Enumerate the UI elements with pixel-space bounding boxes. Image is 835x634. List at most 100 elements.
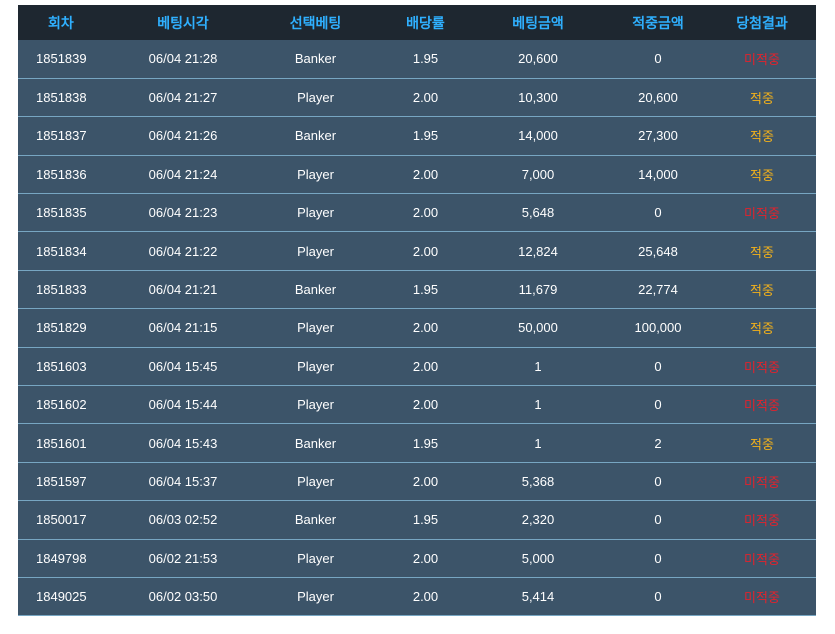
cell-round: 1851829 <box>36 320 87 336</box>
cell-odds: 2.00 <box>412 397 439 413</box>
cell-pick: Banker <box>294 51 337 67</box>
cell-bet-time: 06/04 21:15 <box>148 320 218 336</box>
column-header-bet-amount: 베팅금액 <box>512 14 564 31</box>
cell-payout: 14,000 <box>638 166 678 182</box>
cell-result: 미적중 <box>744 590 780 606</box>
cell-result: 적중 <box>750 283 774 299</box>
cell-bet-amount: 12,824 <box>518 243 558 259</box>
cell-odds: 1.95 <box>412 435 439 451</box>
cell-result: 미적중 <box>744 474 780 490</box>
cell-bet-time: 06/02 21:53 <box>148 550 218 566</box>
cell-result: 적중 <box>750 321 774 337</box>
cell-round: 1851597 <box>36 473 87 489</box>
table-row: 1851835 06/04 21:23 Player 2.00 5,648 0 미적중 <box>18 193 816 232</box>
cell-bet-amount: 7,000 <box>521 166 555 182</box>
column-header-odds: 배당률 <box>406 14 445 31</box>
cell-odds: 2.00 <box>412 166 439 182</box>
table-row: 1850017 06/03 02:52 Banker 1.95 2,320 0 미적중 <box>18 500 816 540</box>
cell-pick: Player <box>297 205 334 221</box>
cell-payout: 22,774 <box>638 282 678 298</box>
cell-bet-amount: 11,679 <box>518 282 558 298</box>
column-header-pick: 선택베팅 <box>289 14 342 31</box>
cell-pick: Player <box>297 397 334 413</box>
cell-payout: 2 <box>654 435 662 451</box>
cell-payout: 0 <box>654 589 662 605</box>
cell-bet-amount: 5,000 <box>521 550 555 566</box>
cell-odds: 2.00 <box>412 473 439 489</box>
table-row: 1851833 06/04 21:21 Banker 1.95 11,679 22,774… <box>18 270 816 309</box>
cell-bet-amount: 50,000 <box>518 320 558 336</box>
cell-round: 1851602 <box>36 397 87 413</box>
cell-bet-amount: 1 <box>534 435 542 451</box>
cell-round: 1850017 <box>36 512 87 528</box>
cell-odds: 1.95 <box>412 282 439 298</box>
cell-bet-amount: 1 <box>534 358 542 374</box>
cell-result: 적중 <box>750 436 774 452</box>
cell-odds: 1.95 <box>412 51 439 67</box>
cell-result: 미적중 <box>744 206 780 222</box>
cell-round: 1851836 <box>36 166 87 182</box>
cell-odds: 1.95 <box>412 512 439 528</box>
cell-bet-amount: 5,414 <box>521 589 555 605</box>
cell-result: 미적중 <box>744 52 780 68</box>
cell-bet-time: 06/04 15:45 <box>148 358 218 374</box>
cell-result: 미적중 <box>744 513 780 529</box>
table-row: 1851603 06/04 15:45 Player 2.00 1 0 미적중 <box>18 347 816 386</box>
cell-result: 미적중 <box>744 359 780 375</box>
table-row: 1851839 06/04 21:28 Banker 1.95 20,600 0 미적중 <box>18 40 816 79</box>
cell-payout: 0 <box>654 550 662 566</box>
cell-round: 1849025 <box>36 589 87 605</box>
table-row: 1851601 06/04 15:43 Banker 1.95 1 2 적중 <box>18 423 816 463</box>
cell-pick: Player <box>297 473 334 489</box>
cell-payout: 100,000 <box>634 320 682 336</box>
cell-bet-time: 06/04 15:43 <box>148 435 218 451</box>
cell-result: 미적중 <box>744 398 780 414</box>
cell-round: 1851838 <box>36 90 87 106</box>
cell-round: 1851837 <box>36 128 87 144</box>
cell-pick: Player <box>297 358 334 374</box>
cell-pick: Player <box>297 243 334 259</box>
cell-result: 미적중 <box>744 551 780 567</box>
column-header-round: 회차 <box>48 14 74 31</box>
cell-result: 적중 <box>750 244 774 260</box>
cell-pick: Player <box>297 166 334 182</box>
table-row: 1851834 06/04 21:22 Player 2.00 12,824 25,648… <box>18 231 816 271</box>
cell-bet-amount: 5,368 <box>521 473 555 489</box>
cell-payout: 0 <box>654 473 662 489</box>
cell-bet-amount: 14,000 <box>518 128 558 144</box>
cell-pick: Banker <box>294 435 337 451</box>
cell-payout: 25,648 <box>638 243 678 259</box>
table-row: 1851602 06/04 15:44 Player 2.00 1 0 미적중 <box>18 385 816 424</box>
cell-payout: 20,600 <box>638 90 678 106</box>
cell-round: 1851839 <box>36 51 87 67</box>
cell-bet-time: 06/04 21:26 <box>148 128 218 144</box>
cell-round: 1851835 <box>36 205 87 221</box>
cell-round: 1851833 <box>36 282 87 298</box>
cell-bet-time: 06/04 21:23 <box>148 205 218 221</box>
betting-history-panel: 회차 베팅시각 선택베팅 배당률 베팅금액 적중금액 당첨결과 1851839 0… <box>18 5 816 616</box>
column-header-bet-time: 베팅시각 <box>157 14 209 31</box>
cell-bet-amount: 20,600 <box>518 51 558 67</box>
cell-payout: 0 <box>654 205 662 221</box>
cell-odds: 2.00 <box>412 320 439 336</box>
column-header-payout: 적중금액 <box>632 14 684 31</box>
cell-bet-time: 06/04 21:27 <box>148 90 218 106</box>
cell-payout: 0 <box>654 51 662 67</box>
cell-payout: 27,300 <box>638 128 678 144</box>
cell-round: 1851601 <box>36 435 87 451</box>
table-body: 1851839 06/04 21:28 Banker 1.95 20,600 0 미적중 18… <box>18 40 816 616</box>
cell-bet-time: 06/04 21:28 <box>148 51 218 67</box>
cell-odds: 1.95 <box>412 128 439 144</box>
cell-bet-time: 06/04 21:22 <box>148 243 218 259</box>
cell-odds: 2.00 <box>412 358 439 374</box>
cell-bet-time: 06/04 15:44 <box>148 397 218 413</box>
cell-bet-time: 06/04 21:24 <box>148 166 218 182</box>
cell-bet-amount: 1 <box>534 397 542 413</box>
cell-odds: 2.00 <box>412 205 439 221</box>
cell-pick: Banker <box>294 128 337 144</box>
cell-round: 1849798 <box>36 550 87 566</box>
table-row: 1849025 06/02 03:50 Player 2.00 5,414 0 미적중 <box>18 577 816 616</box>
cell-bet-time: 06/02 03:50 <box>148 589 218 605</box>
cell-bet-time: 06/03 02:52 <box>148 512 218 528</box>
cell-pick: Player <box>297 320 334 336</box>
